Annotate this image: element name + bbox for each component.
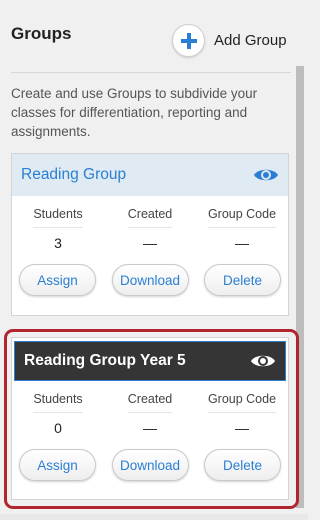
eye-icon[interactable] xyxy=(250,352,276,370)
scrollbar-thumb[interactable] xyxy=(296,66,304,508)
stat-label: Created xyxy=(127,392,173,413)
group-name[interactable]: Reading Group xyxy=(21,166,126,184)
assign-button[interactable]: Assign xyxy=(19,449,96,481)
stat-label: Group Code xyxy=(207,207,277,228)
stat-value: — xyxy=(143,420,157,436)
download-button[interactable]: Download xyxy=(111,264,189,296)
groups-panel: Groups Add Group Create and use Groups t… xyxy=(0,0,308,520)
add-group-label[interactable]: Add Group xyxy=(214,32,287,49)
stat-created: Created — xyxy=(104,205,196,251)
stat-students: Students 3 xyxy=(12,205,104,251)
divider xyxy=(11,72,291,73)
stat-label: Students xyxy=(33,392,83,413)
panel-bottom-edge xyxy=(0,514,308,520)
group-stats: Students 0 Created — Group Code — xyxy=(12,390,288,436)
group-card-selected: Reading Group Year 5 Students 0 Created … xyxy=(11,337,289,500)
plus-icon[interactable] xyxy=(172,24,205,57)
stat-value: — xyxy=(235,420,249,436)
download-button[interactable]: Download xyxy=(111,449,189,481)
delete-button[interactable]: Delete xyxy=(204,264,281,296)
delete-button[interactable]: Delete xyxy=(204,449,281,481)
stat-value: 3 xyxy=(54,235,62,251)
stat-students: Students 0 xyxy=(12,390,104,436)
group-actions: Assign Download Delete xyxy=(12,449,288,481)
stat-label: Group Code xyxy=(207,392,277,413)
group-stats: Students 3 Created — Group Code — xyxy=(12,205,288,251)
group-card: Reading Group Students 3 Created — Group… xyxy=(11,153,289,316)
page-title: Groups xyxy=(11,24,72,43)
assign-button[interactable]: Assign xyxy=(19,264,96,296)
stat-label: Students xyxy=(33,207,83,228)
stat-value: 0 xyxy=(54,420,62,436)
add-group-button[interactable]: Add Group xyxy=(172,24,287,57)
stat-label: Created xyxy=(127,207,173,228)
stat-created: Created — xyxy=(104,390,196,436)
stat-value: — xyxy=(235,235,249,251)
groups-description: Create and use Groups to subdivide your … xyxy=(11,86,258,139)
group-card-header[interactable]: Reading Group xyxy=(12,154,288,196)
group-actions: Assign Download Delete xyxy=(12,264,288,296)
group-name[interactable]: Reading Group Year 5 xyxy=(24,352,186,370)
eye-icon[interactable] xyxy=(253,166,279,184)
stat-group-code: Group Code — xyxy=(196,205,288,251)
stat-group-code: Group Code — xyxy=(196,390,288,436)
stat-value: — xyxy=(143,235,157,251)
group-card-header[interactable]: Reading Group Year 5 xyxy=(14,341,286,381)
